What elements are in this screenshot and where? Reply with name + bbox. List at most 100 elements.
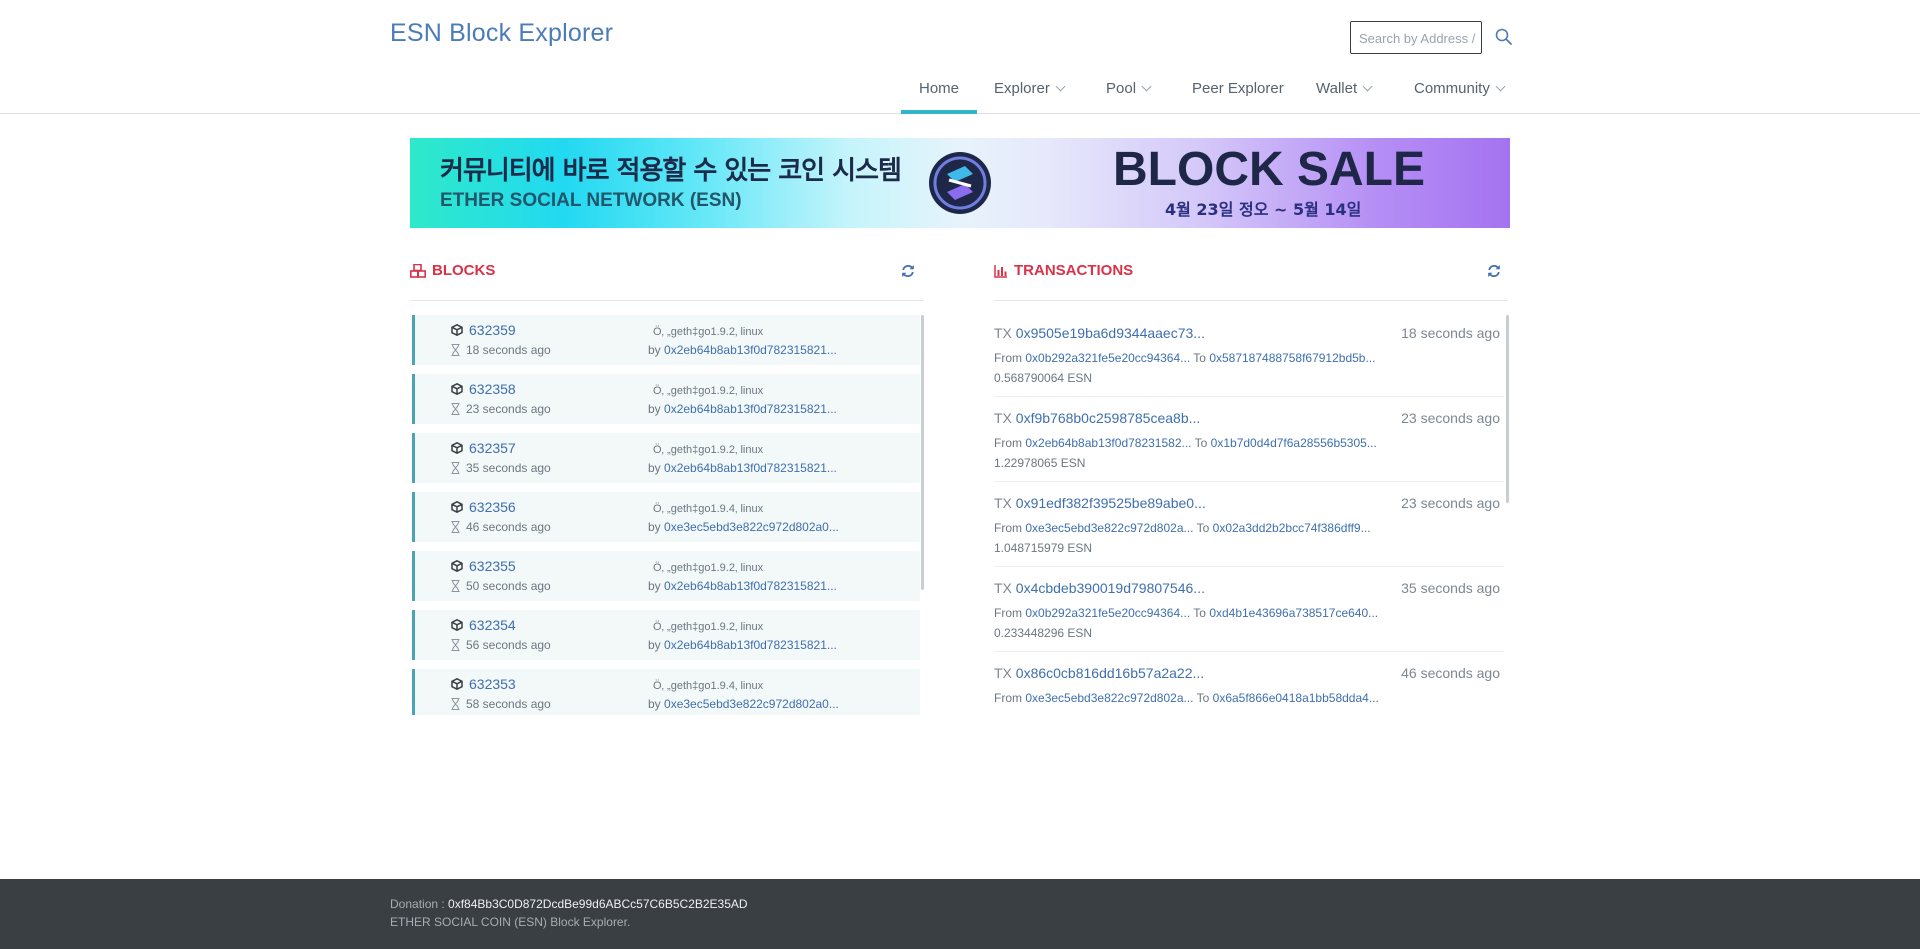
hourglass-icon [451,698,460,710]
block-sale-banner[interactable]: 커뮤니티에 바로 적용할 수 있는 코인 시스템 ETHER SOCIAL NE… [410,138,1510,228]
search-icon [1495,28,1512,45]
miner-address-link[interactable]: 0x2eb64b8ab13f0d782315821... [664,343,837,357]
tx-from-label: From [994,606,1022,620]
block-number: 632359 [469,322,516,338]
block-age: 50 seconds ago [451,579,551,593]
nav-peer-explorer[interactable]: Peer Explorer [1192,66,1284,113]
tx-to-link[interactable]: 0x6a5f866e0418a1bb58dda4... [1213,691,1379,705]
transactions-refresh-button[interactable] [1487,264,1501,278]
transaction-item: TX 0xf9b768b0c2598785cea8b... 23 seconds… [994,398,1504,482]
tx-from-link[interactable]: 0xe3ec5ebd3e822c972d802a... [1025,521,1193,535]
tx-hash-link[interactable]: 0x91edf382f39525be89abe0... [1016,495,1206,511]
banner-subtitle: ETHER SOCIAL NETWORK (ESN) [440,190,742,211]
block-age-text: 58 seconds ago [466,697,551,711]
tx-header: TX 0x4cbdeb390019d79807546... [994,580,1205,596]
tx-to-label: To [1196,691,1210,705]
cube-icon [451,678,463,690]
block-number-link[interactable]: 632354 [451,617,516,633]
block-number-link[interactable]: 632357 [451,440,516,456]
tx-from-to: From 0x0b292a321fe5e20cc94364... To 0xd4… [994,606,1378,620]
tx-header: TX 0x91edf382f39525be89abe0... [994,495,1206,511]
tx-from-link[interactable]: 0x0b292a321fe5e20cc94364... [1025,351,1190,365]
nav-pool-label: Pool [1106,80,1137,97]
block-number-link[interactable]: 632359 [451,322,516,338]
nav-pool[interactable]: Pool [1106,66,1152,113]
block-extra-data: Ö‚ „geth‡go1.9.4‚ linux [653,680,764,692]
nav-wallet[interactable]: Wallet [1316,66,1373,113]
search-input[interactable] [1357,23,1479,54]
hourglass-icon [451,462,460,474]
nav-wallet-label: Wallet [1316,80,1358,97]
tx-hash-link[interactable]: 0x9505e19ba6d9344aaec73... [1016,325,1205,341]
transaction-item: TX 0x9505e19ba6d9344aaec73... 18 seconds… [994,313,1504,397]
block-age-text: 35 seconds ago [466,461,551,475]
block-number-link[interactable]: 632355 [451,558,516,574]
block-miner: by 0x2eb64b8ab13f0d782315821... [648,402,837,416]
blocks-scrollbar[interactable] [921,315,924,590]
nav-explorer[interactable]: Explorer [994,66,1066,113]
nav-home[interactable]: Home [900,66,978,114]
block-age-text: 18 seconds ago [466,343,551,357]
tx-to-link[interactable]: 0x02a3dd2b2bcc74f386dff9... [1213,521,1371,535]
footer: Donation : 0xf84Bb3C0D872DcdBe99d6ABCc57… [0,879,1920,949]
tx-time: 46 seconds ago [1401,665,1500,681]
block-extra-data: Ö‚ „geth‡go1.9.4‚ linux [653,503,764,515]
banner-sale-dates: 4월 23일 정오 ~ 5월 14일 [1165,200,1362,219]
cube-icon [451,560,463,572]
tx-label: TX [994,495,1012,511]
miner-address-link[interactable]: 0xe3ec5ebd3e822c972d802a0... [664,697,839,711]
block-row: 632353 58 seconds ago Ö‚ „geth‡go1.9.4‚ … [412,669,920,715]
miner-address-link[interactable]: 0x2eb64b8ab13f0d782315821... [664,461,837,475]
block-row: 632357 35 seconds ago Ö‚ „geth‡go1.9.2‚ … [412,433,920,483]
bar-chart-icon [994,264,1007,278]
tx-from-link[interactable]: 0x0b292a321fe5e20cc94364... [1025,606,1190,620]
tx-from-to: From 0xe3ec5ebd3e822c972d802a... To 0x6a… [994,691,1379,705]
block-row: 632354 56 seconds ago Ö‚ „geth‡go1.9.2‚ … [412,610,920,660]
miner-address-link[interactable]: 0x2eb64b8ab13f0d782315821... [664,638,837,652]
search-button[interactable] [1494,27,1514,47]
tx-from-to: From 0x2eb64b8ab13f0d78231582... To 0x1b… [994,436,1377,450]
cube-icon [451,442,463,454]
block-number: 632358 [469,381,516,397]
blocks-refresh-button[interactable] [901,264,915,278]
transactions-panel-title: TRANSACTIONS [994,262,1133,279]
miner-address-link[interactable]: 0x2eb64b8ab13f0d782315821... [664,402,837,416]
block-number-link[interactable]: 632353 [451,676,516,692]
tx-to-link[interactable]: 0xd4b1e43696a738517ce640... [1209,606,1378,620]
block-by-label: by [648,638,661,652]
tx-from-link[interactable]: 0x2eb64b8ab13f0d78231582... [1025,436,1191,450]
block-age: 46 seconds ago [451,520,551,534]
tx-label: TX [994,665,1012,681]
block-miner: by 0x2eb64b8ab13f0d782315821... [648,579,837,593]
tx-label: TX [994,580,1012,596]
block-miner: by 0xe3ec5ebd3e822c972d802a0... [648,697,839,711]
brand-link[interactable]: ESN Block Explorer [390,19,613,48]
block-number: 632357 [469,440,516,456]
tx-time: 23 seconds ago [1401,495,1500,511]
cubes-icon [410,263,426,278]
banner-korean-title: 커뮤니티에 바로 적용할 수 있는 코인 시스템 [440,156,902,186]
tx-to-label: To [1196,521,1210,535]
block-number: 632354 [469,617,516,633]
nav-community[interactable]: Community [1414,66,1506,113]
block-by-label: by [648,579,661,593]
blocks-divider [410,300,924,301]
tx-to-label: To [1193,351,1206,365]
tx-to-link[interactable]: 0x587187488758f67912bd5b... [1209,351,1375,365]
tx-hash-link[interactable]: 0x4cbdeb390019d79807546... [1016,580,1205,596]
miner-address-link[interactable]: 0x2eb64b8ab13f0d782315821... [664,579,837,593]
tx-hash-link[interactable]: 0x86c0cb816dd16b57a2a22... [1016,665,1204,681]
block-number-link[interactable]: 632358 [451,381,516,397]
tx-from-label: From [994,351,1022,365]
tx-to-link[interactable]: 0x1b7d0d4d7f6a28556b5305... [1211,436,1377,450]
hourglass-icon [451,580,460,592]
block-by-label: by [648,520,661,534]
miner-address-link[interactable]: 0xe3ec5ebd3e822c972d802a0... [664,520,839,534]
transactions-scrollbar[interactable] [1506,315,1509,503]
block-number: 632355 [469,558,516,574]
footer-donation: Donation : 0xf84Bb3C0D872DcdBe99d6ABCc57… [390,897,748,911]
tx-hash-link[interactable]: 0xf9b768b0c2598785cea8b... [1016,410,1201,426]
block-number-link[interactable]: 632356 [451,499,516,515]
tx-from-link[interactable]: 0xe3ec5ebd3e822c972d802a... [1025,691,1193,705]
tx-from-label: From [994,521,1022,535]
